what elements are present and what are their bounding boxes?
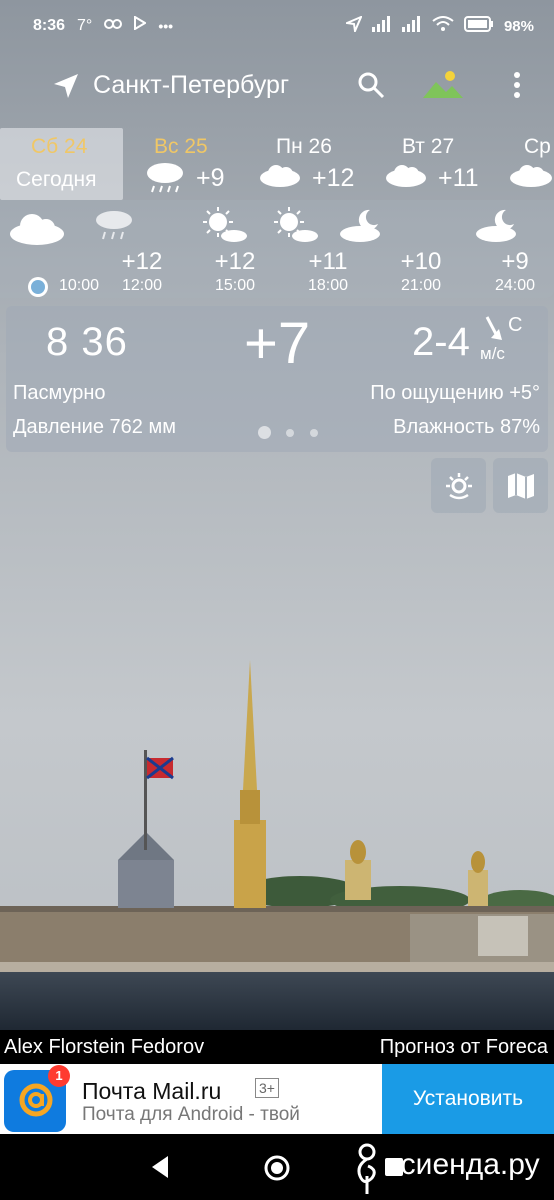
day-tab-3[interactable]: Вт 27 +11 — [384, 128, 494, 200]
app-header: Санкт-Петербург — [0, 60, 554, 112]
day-tab-today[interactable]: Сб 24 Сегодня — [0, 128, 123, 200]
day-temp: +9 — [196, 164, 225, 192]
status-bar: 8:36 7° ••• 98% — [0, 0, 554, 52]
watermark-text: асиенда.ру — [384, 1148, 540, 1181]
page-indicator — [256, 426, 326, 440]
hour-temp: +9 — [501, 248, 529, 275]
day-name: Вс 25 — [154, 135, 208, 158]
map-icon — [506, 471, 536, 506]
status-time: 8:36 — [33, 16, 66, 34]
hour-temp: +12 — [214, 248, 256, 275]
wind-speed: 2-4 — [412, 320, 470, 364]
current-weather-card[interactable]: 8 36 +7 2-4 С м/с Пасмурно По ощущению +… — [6, 306, 548, 452]
credits-bar: Alex Florstein Fedorov Прогноз от Foreca — [0, 1030, 554, 1064]
moon-cloud-icon — [338, 206, 384, 249]
photo-author[interactable]: Alex Florstein Fedorov — [4, 1036, 204, 1059]
forecast-source[interactable]: Прогноз от Foreca — [380, 1036, 548, 1059]
city-name[interactable]: Санкт-Петербург — [93, 71, 289, 100]
day-tab-2[interactable]: Пн 26 +12 — [258, 128, 370, 200]
wind-unit: м/с — [480, 344, 505, 363]
location-arrow-icon — [343, 15, 363, 36]
at-sign-icon — [17, 1080, 55, 1125]
sun-radar-icon — [444, 471, 474, 506]
hour-time: 24:00 — [494, 277, 536, 294]
wind-direction-label: С — [508, 314, 523, 336]
hour-time: 21:00 — [400, 277, 442, 294]
cloud-icon — [508, 164, 554, 193]
cloud-icon — [258, 164, 302, 193]
hourly-forecast: 10:00 +12 12:00 +12 15:00 +11 18:00 +10 … — [0, 200, 554, 298]
sun-cloud-icon — [273, 206, 319, 249]
battery-level: 98% — [503, 17, 534, 35]
feels-like-text: По ощущению +5° — [370, 382, 540, 404]
link-icon — [104, 17, 123, 35]
moon-cloud-icon — [474, 206, 520, 249]
hour-time: 18:00 — [307, 277, 349, 294]
rain-cloud-icon — [144, 160, 186, 199]
day-temp: +11 — [438, 164, 479, 192]
current-time: 8 36 — [46, 320, 128, 364]
signal-icon — [371, 16, 392, 36]
rain-cloud-icon — [93, 208, 135, 247]
install-button[interactable]: Установить — [382, 1064, 554, 1134]
current-temperature: +7 — [244, 311, 311, 376]
age-rating: 3+ — [255, 1078, 279, 1098]
hour-temp: +11 — [308, 248, 348, 275]
map-button[interactable] — [493, 458, 548, 513]
condition-text: Пасмурно — [13, 382, 106, 404]
ad-banner[interactable]: 1 Почта Mail.ru 3+ Почта для Android - т… — [0, 1064, 554, 1134]
wifi-icon — [432, 16, 454, 36]
navigation-arrow-icon[interactable] — [52, 72, 80, 100]
page-dot — [310, 429, 318, 437]
ad-description: Почта для Android - твой — [82, 1104, 300, 1125]
notification-badge: 1 — [48, 1065, 70, 1087]
day-name: Вт 27 — [402, 135, 455, 158]
hour-temp: +10 — [400, 248, 442, 275]
wind-arrow-icon — [482, 314, 504, 347]
battery-icon — [463, 16, 494, 36]
weather-radar-button[interactable] — [431, 458, 486, 513]
overflow-menu-icon[interactable] — [505, 70, 529, 100]
day-name: Ср — [524, 135, 551, 158]
day-name: Пн 26 — [276, 135, 332, 158]
more-dots-icon: ••• — [158, 17, 174, 34]
day-name: Сб 24 — [31, 135, 88, 158]
day-tab-1[interactable]: Вс 25 +9 — [134, 128, 244, 200]
ad-app-name: Почта Mail.ru — [82, 1078, 222, 1104]
home-icon[interactable] — [264, 1155, 290, 1181]
daily-forecast: Сб 24 Сегодня Вс 25 +9 Пн 26 +12 Вт 27 +… — [0, 128, 554, 200]
search-icon[interactable] — [356, 70, 386, 100]
day-label: Сегодня — [16, 168, 97, 191]
hour-time: 12:00 — [121, 277, 163, 294]
page-dot-active — [258, 426, 271, 439]
day-tab-4[interactable]: Ср — [506, 128, 554, 200]
status-temp: 7° — [77, 16, 93, 34]
hour-time: 15:00 — [214, 277, 256, 294]
page-dot — [286, 429, 294, 437]
cloud-icon — [8, 212, 66, 251]
day-temp: +12 — [312, 164, 355, 192]
cloud-icon — [384, 164, 428, 193]
play-icon — [134, 15, 148, 35]
sun-cloud-icon — [202, 206, 248, 249]
back-icon[interactable] — [148, 1154, 172, 1180]
signal-icon-2 — [401, 16, 422, 36]
watermark: асиенда.ру — [350, 1140, 550, 1198]
humidity-text: Влажность 87% — [393, 416, 540, 438]
landscape-background-icon[interactable] — [422, 68, 464, 100]
pressure-text: Давление 762 мм — [13, 416, 176, 438]
watermark-logo-icon — [350, 1142, 384, 1200]
hour-temp: +12 — [121, 248, 163, 275]
